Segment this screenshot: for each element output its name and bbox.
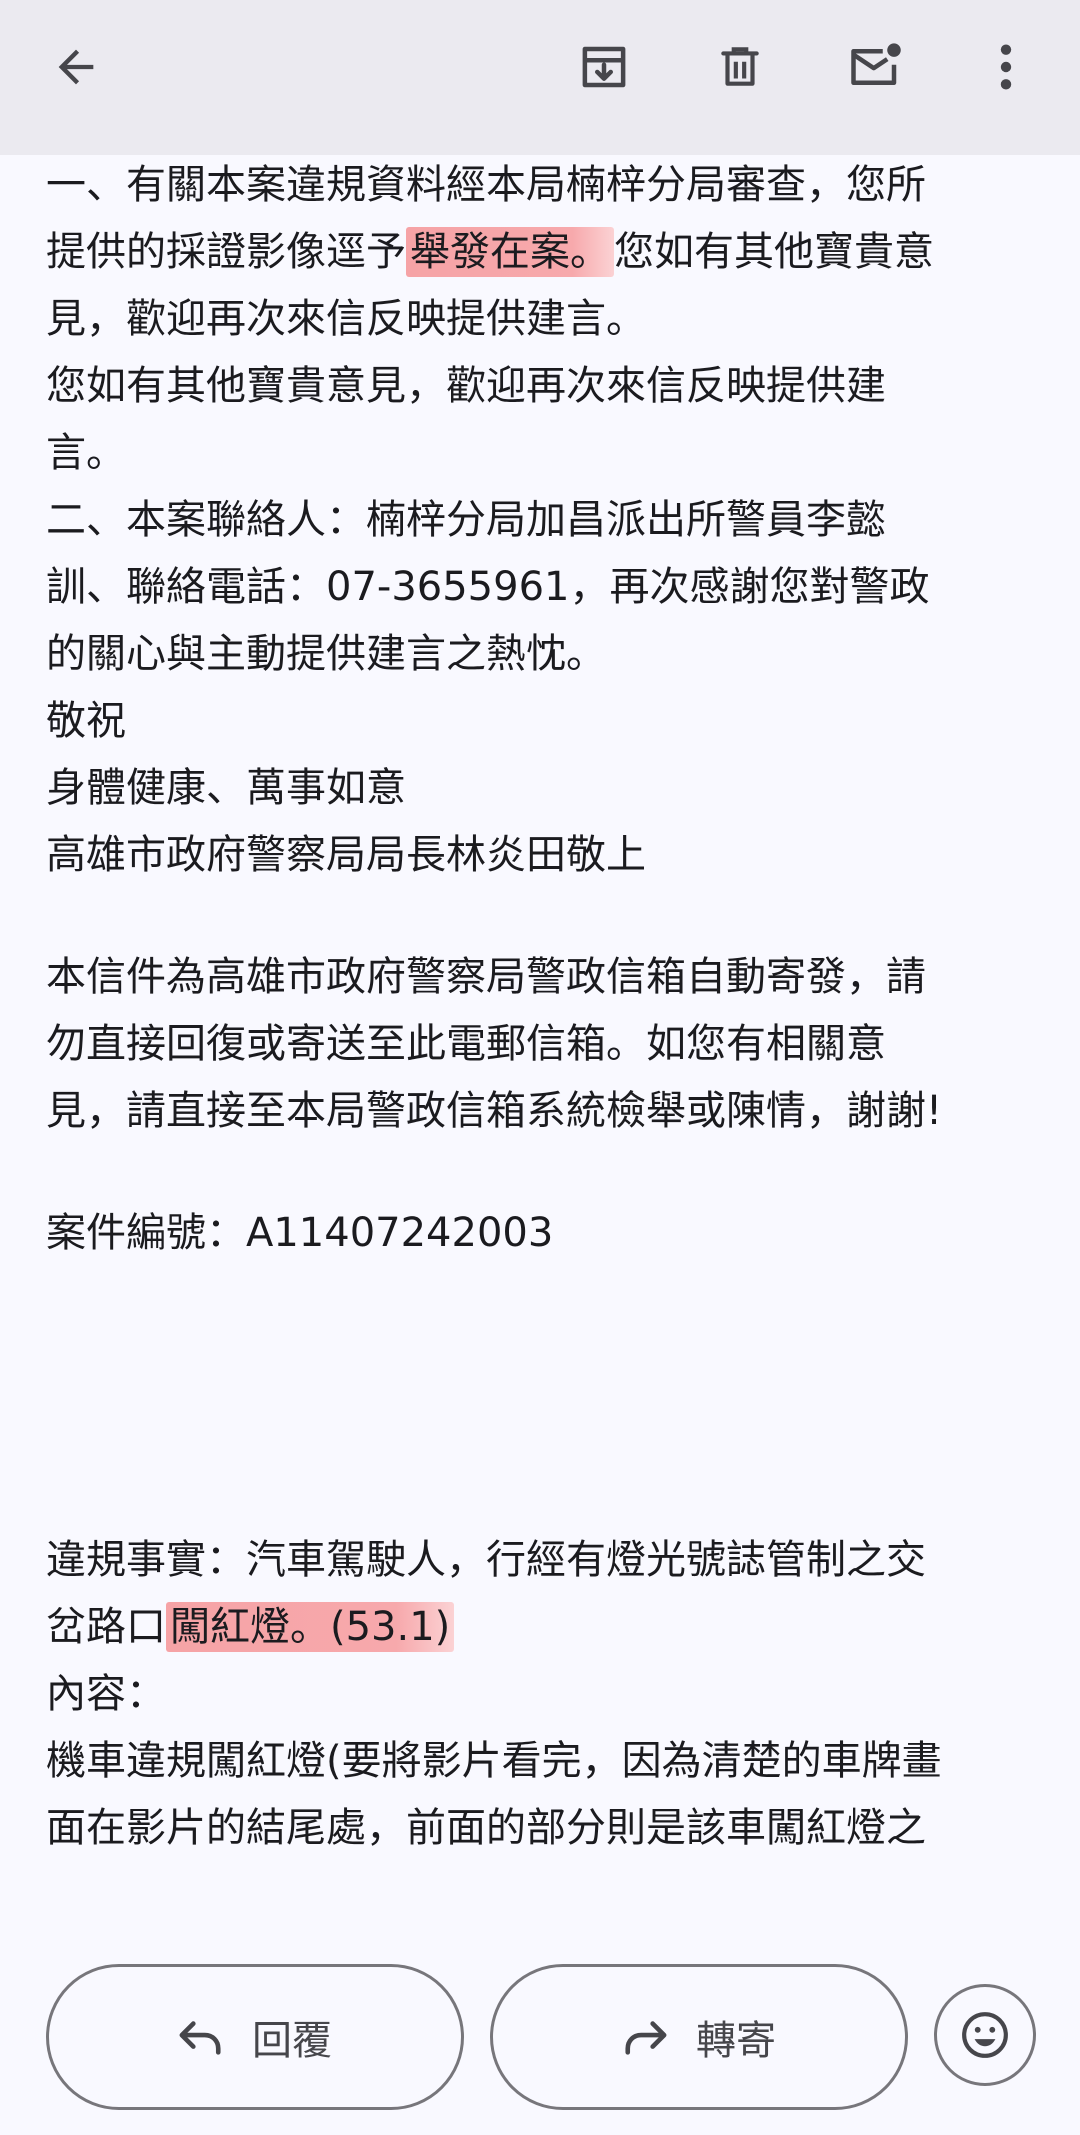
- back-button[interactable]: [36, 27, 116, 107]
- violation-line: 岔路口 闖紅燈。(53.1): [46, 1594, 1046, 1661]
- reply-icon: [179, 2021, 221, 2055]
- arrow-left-icon: [58, 49, 94, 85]
- body-line: 見，歡迎再次來信反映提供建言。: [46, 296, 646, 342]
- body-line: 訓、聯絡電話：07-3655961，再次感謝您對警政: [46, 564, 930, 610]
- mark-unread-button[interactable]: [836, 27, 916, 107]
- archive-button[interactable]: [564, 27, 644, 107]
- body-text: 您如有其他寶貴意: [614, 229, 934, 275]
- body-line: 一、有關本案違規資料經本局楠梓分局審查，您所: [46, 162, 926, 208]
- forward-button[interactable]: 轉寄: [490, 1964, 908, 2110]
- trash-icon: [721, 47, 759, 86]
- bottom-action-bar: 回覆 轉寄: [0, 1940, 1080, 2135]
- body-line: 提供的採證影像逕予 舉發在案。 您如有其他寶貴意: [46, 219, 1046, 286]
- reply-button[interactable]: 回覆: [46, 1964, 464, 2110]
- top-app-bar: [0, 0, 1080, 155]
- signature: 高雄市政府警察局局長林炎田敬上: [46, 832, 646, 878]
- more-options-button[interactable]: [966, 27, 1046, 107]
- greeting-wish: 身體健康、萬事如意: [46, 765, 406, 811]
- greeting: 敬祝: [46, 698, 126, 744]
- body-text: 岔路口: [46, 1604, 166, 1650]
- forward-label: 轉寄: [696, 2018, 776, 2064]
- mail-unread-icon: [851, 43, 901, 85]
- forward-icon: [625, 2021, 667, 2055]
- more-vert-icon: [1000, 44, 1012, 90]
- content-label: 內容：: [46, 1671, 166, 1717]
- highlighted-text: 舉發在案。: [406, 227, 614, 277]
- case-number: 案件編號：A11407242003: [46, 1210, 554, 1256]
- content-line: 面在影片的結尾處，前面的部分則是該車闖紅燈之: [46, 1805, 926, 1851]
- delete-button[interactable]: [700, 27, 780, 107]
- body-line: 言。: [46, 430, 126, 476]
- violation-line: 違規事實：汽車駕駛人，行經有燈光號誌管制之交: [46, 1537, 926, 1583]
- notice-line: 見，請直接至本局警政信箱系統檢舉或陳情，謝謝!: [46, 1088, 943, 1134]
- reply-label: 回覆: [252, 2018, 332, 2064]
- notice-line: 勿直接回復或寄送至此電郵信箱。如您有相關意: [46, 1021, 886, 1067]
- content-line: 機車違規闖紅燈(要將影片看完，因為清楚的車牌畫: [46, 1738, 942, 1784]
- archive-icon: [582, 46, 626, 88]
- email-body: 一、有關本案違規資料經本局楠梓分局審查，您所 提供的採證影像逕予 舉發在案。 您如有…: [46, 152, 1046, 1862]
- body-text: 提供的採證影像逕予: [46, 229, 406, 275]
- body-line: 您如有其他寶貴意見，歡迎再次來信反映提供建: [46, 363, 886, 409]
- emoji-reaction-button[interactable]: [934, 1984, 1036, 2086]
- highlighted-text: 闖紅燈。(53.1): [166, 1602, 455, 1652]
- body-line: 二、本案聯絡人：楠梓分局加昌派出所警員李懿: [46, 497, 886, 543]
- emoji-reaction-icon: [962, 2012, 1008, 2058]
- body-line: 的關心與主動提供建言之熱忱。: [46, 631, 606, 677]
- notice-line: 本信件為高雄市政府警察局警政信箱自動寄發，請: [46, 954, 926, 1000]
